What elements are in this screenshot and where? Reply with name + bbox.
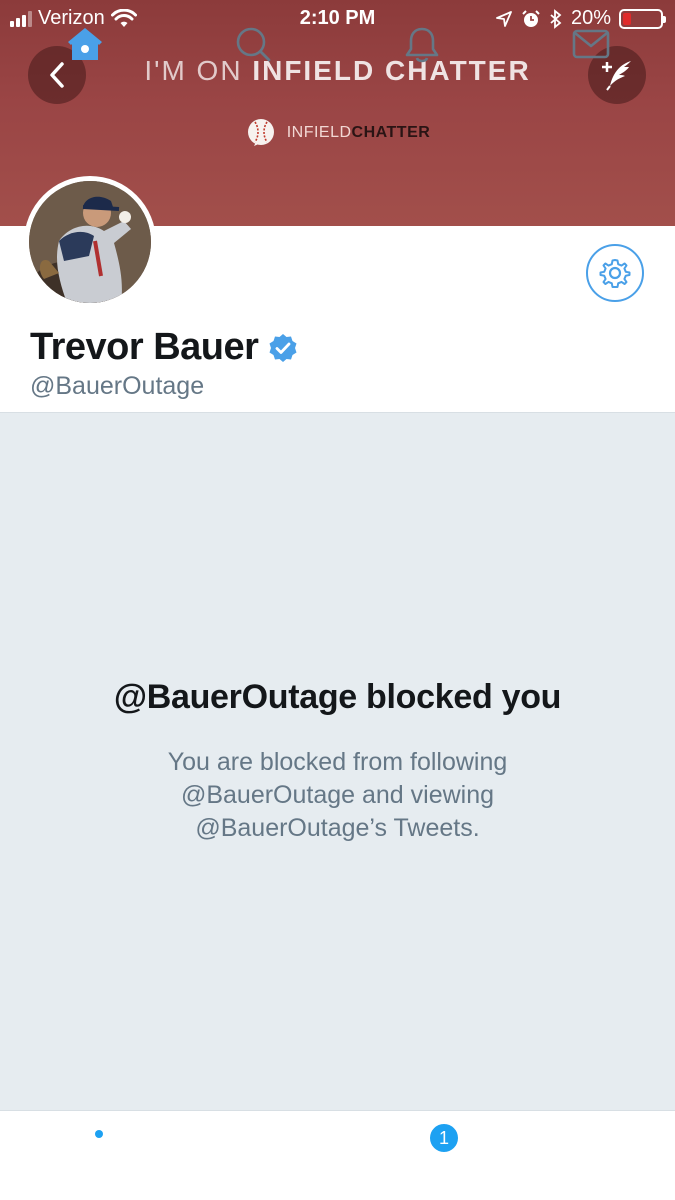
blocked-title: @BauerOutage blocked you: [113, 678, 562, 716]
tab-notifications[interactable]: [400, 22, 444, 66]
avatar-photo: [29, 181, 151, 303]
profile-handle: @BauerOutage: [30, 372, 205, 400]
location-arrow-icon: [496, 10, 512, 27]
profile-settings-button[interactable]: [586, 244, 644, 302]
gear-icon: [599, 259, 631, 288]
battery-icon: [619, 8, 666, 29]
tab-search[interactable]: [231, 22, 275, 66]
banner-title-prefix: I'M ON: [144, 55, 243, 86]
blocked-description: You are blocked from following @BauerOut…: [167, 748, 508, 842]
avatar[interactable]: [24, 176, 156, 308]
verified-badge-icon: [269, 333, 297, 362]
notification-count-badge: 1: [428, 1122, 460, 1154]
profile-name: Trevor Bauer: [30, 326, 259, 368]
bluetooth-icon: [550, 8, 562, 29]
bell-icon: [405, 27, 439, 63]
envelope-icon: [572, 29, 610, 59]
logo-text-light: INFIELD: [286, 124, 352, 141]
tab-messages[interactable]: [569, 22, 613, 66]
banner-title-brand: INFIELD CHATTER: [252, 55, 531, 86]
search-icon: [236, 27, 271, 62]
infield-chatter-logo: INFIELDCHATTER: [0, 116, 675, 150]
baseball-chat-icon: [247, 119, 274, 146]
tab-home[interactable]: [63, 22, 107, 66]
profile-name-row: Trevor Bauer: [30, 326, 298, 369]
home-icon: [68, 28, 102, 60]
alarm-icon: [522, 9, 540, 27]
home-new-indicator: [95, 1130, 103, 1138]
logo-text-dark: CHATTER: [351, 124, 431, 141]
bottom-tab-bar: [0, 1110, 675, 1200]
